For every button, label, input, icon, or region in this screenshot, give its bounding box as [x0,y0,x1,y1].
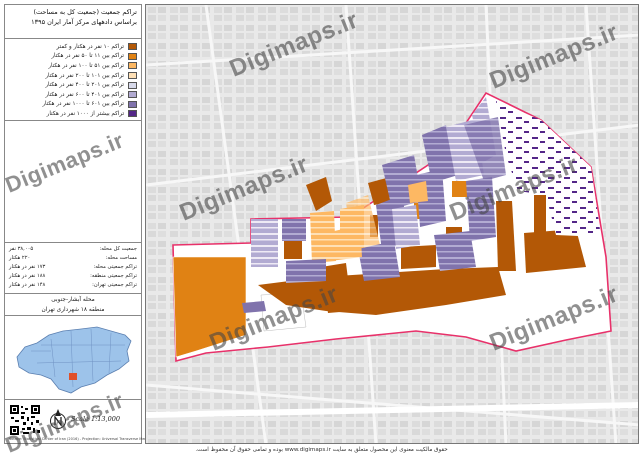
legend-swatch [128,81,137,89]
region-name: محله آبشار-جنوبی [51,297,95,303]
title-line-1: تراکم جمعیت (جمعیت کل به مساحت) [33,8,137,16]
stat-row: تراکم جمعیتی منطقه: ۱۸۸ نفر در هکتار [9,273,137,279]
map-canvas[interactable]: Digimaps.ir Digimaps.ir Digimaps.ir Digi… [145,4,639,444]
legend-swatch [128,62,137,70]
legend-item: تراکم بیشتر از ۱۰۰۰ نفر در هکتار [9,109,137,119]
legend-swatch [128,52,137,60]
legend-item: تراکم بین ۶۰۱ تا ۱۰۰۰ نفر در هکتار [9,100,137,110]
copyright-footer: حقوق مالکیت معنوی این محصول متعلق به سای… [195,447,448,453]
legend-swatch [128,110,137,118]
stat-row: جمعیت کل محله: ۳۸,۰۰۵ نفر [9,246,137,252]
legend-item: تراکم ۱۰ نفر در هکتار و کمتر [9,42,137,52]
legend-swatch [128,91,137,99]
info-panel: تراکم جمعیت (جمعیت کل به مساحت) براساس د… [4,4,155,444]
highlight-area [69,373,77,380]
tehran-outline [16,326,132,394]
location-inset-map [16,326,132,394]
legend-item: تراکم بین ۱۱ تا ۵۰ نفر در هکتار [9,52,137,62]
legend-swatch [128,100,137,108]
title-line-2: براساس دادههای مرکز آمار ایران ۱۳۹۵ [31,18,137,26]
density-map [146,5,638,443]
legend-swatch [128,43,137,51]
legend-item: تراکم بین ۴۰۱ تا ۶۰۰ نفر در هکتار [9,90,137,100]
map-title: تراکم جمعیت (جمعیت کل به مساحت) براساس د… [5,5,141,39]
legend-item: تراکم بین ۲۰۱ تا ۴۰۰ نفر در هکتار [9,80,137,90]
legend-swatch [128,72,137,80]
stats-table: جمعیت کل محله: ۳۸,۰۰۵ نفر مساحت محله: ۲۲۰ … [5,242,141,294]
legend-item: تراکم بین ۱۰۱ تا ۲۰۰ نفر در هکتار [9,71,137,81]
stat-row: تراکم جمعیتی تهران: ۱۴۸ نفر در هکتار [9,282,137,288]
stat-row: تراکم جمعیتی محله: ۱۷۳ نفر در هکتار [9,264,137,270]
region-district: منطقه ۱۸ شهرداری تهران [41,307,105,313]
legend-item: تراکم بین ۵۱ تا ۱۰۰ نفر در هکتار [9,61,137,71]
legend: تراکم ۱۰ نفر در هکتار و کمتر تراکم بین ۱… [5,39,141,121]
region-label: محله آبشار-جنوبی منطقه ۱۸ شهرداری تهران [5,294,141,316]
stat-row: مساحت محله: ۲۲۰ هکتار [9,255,137,261]
